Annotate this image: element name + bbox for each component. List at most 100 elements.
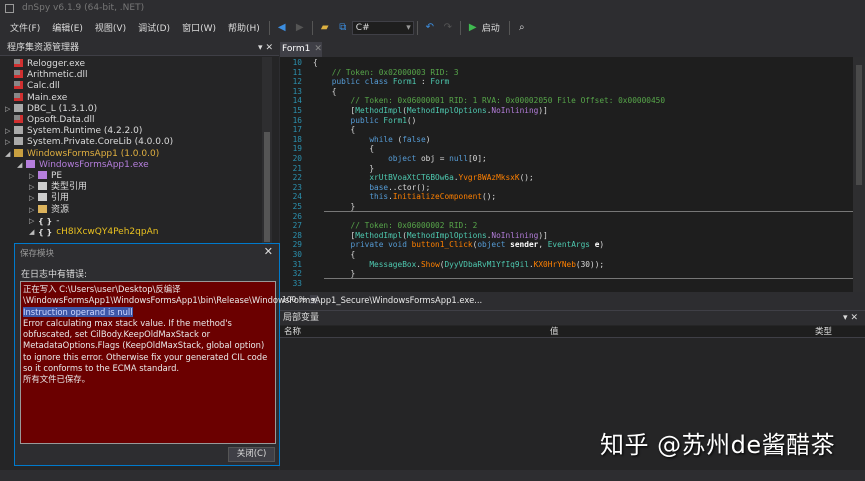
code-line: 33 [280,279,313,289]
open-list-icon[interactable]: ⧉ [336,21,350,35]
expander-icon[interactable]: ▷ [5,137,14,148]
code-token: () [406,115,417,125]
dropdown-icon[interactable]: ▾ [258,43,263,53]
tree-node[interactable]: ▷ 引用 [29,193,69,204]
code-token: } [313,269,356,279]
tree-node-label: Calc.dll [27,81,60,92]
tree-node[interactable]: ◢ WindowsFormsApp1.exe [17,159,149,171]
play-icon[interactable]: ▶ [466,21,480,35]
code-token: Form1 [392,77,417,87]
scrollbar-thumb[interactable] [264,132,270,242]
expander-icon[interactable]: ◢ [5,149,14,160]
tree-node[interactable]: Opsoft.Data.dll [5,115,94,126]
code-line: 27 // Token: 0x06000002 RID: 2 [280,221,478,231]
tree-node[interactable]: ▷{ } - [29,216,59,227]
tree-node[interactable]: ▷ 类型引用 [29,182,87,193]
code-token: Show [420,259,440,269]
tree-node[interactable]: ▷ System.Private.CoreLib (4.0.0.0) [5,137,173,148]
assembly-icon [14,126,23,135]
code-token: false [402,134,426,144]
column-value[interactable]: 值 [550,326,559,338]
code-token: while [313,134,398,144]
code-token: } [313,202,356,211]
tree-node-label: Arithmetic.dll [27,70,88,81]
expander-icon[interactable]: ◢ [29,227,38,238]
tree-node-label: WindowsFormsApp1.exe [39,159,149,170]
tree-node[interactable]: ◢{ } cH8IXcwQY4Peh2qpAn [29,227,158,238]
language-value: C# [355,22,370,33]
expander-icon[interactable]: ▷ [5,104,14,115]
tree-node[interactable]: Calc.dll [5,81,60,92]
menu-edit[interactable]: 编辑(E) [46,21,89,34]
tree-node[interactable]: ▷ System.Runtime (4.2.2.0) [5,126,142,137]
code-token: MethodImpl [355,106,403,115]
menu-file[interactable]: 文件(F) [4,21,46,34]
tree-node[interactable]: ▷ PE [29,171,62,182]
log-entry: Error calculating max stack value. If th… [23,317,268,374]
expander-icon[interactable]: ▷ [29,182,38,193]
expander-icon[interactable]: ▷ [29,216,38,227]
code-token: , [538,240,548,250]
expander-icon[interactable]: ▷ [29,193,38,204]
code-token: MethodImpl [355,230,403,240]
assembly-icon [14,137,23,146]
code-token: (); [519,173,534,183]
log-entry: Instruction operand is null [23,306,133,317]
tree-node[interactable]: ▷ 资源 [29,204,69,216]
tree-node[interactable]: Main.exe [5,92,68,104]
code-token: obj [420,154,436,163]
scrollbar-thumb[interactable] [856,65,862,185]
line-number: 17 [292,125,302,135]
tree-node-label: Main.exe [27,92,68,103]
code-token: NoInlining [491,230,539,240]
line-number: 21 [292,163,302,173]
dropdown-icon[interactable]: ▾ [843,313,848,323]
menu-view[interactable]: 视图(V) [89,21,132,34]
error-log[interactable]: 正在写入 C:\Users\user\Desktop\反编译\WindowsFo… [20,281,482,444]
references-icon [38,182,47,191]
tree-node-label: 引用 [51,193,70,204]
close-icon[interactable]: ✕ [264,245,273,258]
editor-scrollbar[interactable] [853,57,865,292]
code-editor[interactable]: 10{11 // Token: 0x02000003 RID: 3 12 publ… [280,57,853,292]
close-icon[interactable]: ✕ [265,43,273,53]
toolbar-separator [508,20,510,35]
menu-debug[interactable]: 调试(D) [132,21,176,34]
line-number: 18 [292,134,302,144]
code-token: (30)); [575,259,605,269]
tree-node[interactable]: ▷ DBC_L (1.3.1.0) [5,103,97,115]
language-select[interactable]: C# ▾ [351,20,414,35]
tree-node[interactable]: ◢ WindowsFormsApp1 (1.0.0.0) [5,148,159,160]
undo-icon[interactable]: ↶ [423,21,437,35]
menu-window[interactable]: 窗口(W) [176,21,222,34]
tree-node[interactable]: Relogger.exe [5,59,85,70]
search-icon[interactable]: ⌕ [515,21,529,35]
redo-icon[interactable]: ↷ [441,21,455,35]
tab-form1[interactable]: Form1 ✕ [280,42,322,57]
forward-icon[interactable]: ▶ [293,21,307,35]
close-icon[interactable]: ✕ [850,313,858,323]
code-token: private void [313,240,412,250]
code-token: { [313,250,356,259]
assembly-open-icon [14,148,23,157]
chevron-down-icon: ▾ [406,22,411,33]
tree-scrollbar[interactable] [262,57,272,247]
tree-node[interactable]: Arithmetic.dll [5,70,87,81]
expander-icon[interactable]: ◢ [17,160,26,171]
column-name[interactable]: 名称 [284,326,301,338]
close-button[interactable]: 关闭(C) [228,447,275,462]
open-file-icon[interactable]: ▰ [318,21,332,35]
expander-icon[interactable]: ▷ [29,205,38,216]
code-token: [ [313,230,356,240]
back-icon[interactable]: ◀ [275,21,289,35]
code-line: 18 while (false) [280,134,431,145]
expander-icon[interactable]: ▷ [29,171,38,182]
tree-node-label: Opsoft.Data.dll [27,115,95,125]
column-type[interactable]: 类型 [815,326,832,338]
code-token: null [449,154,468,163]
close-tab-icon[interactable]: ✕ [314,44,322,54]
menu-help[interactable]: 帮助(H) [222,21,266,34]
toolbar-separator [416,20,418,35]
start-button[interactable]: 启动 [482,21,500,34]
expander-icon[interactable]: ▷ [5,126,14,137]
